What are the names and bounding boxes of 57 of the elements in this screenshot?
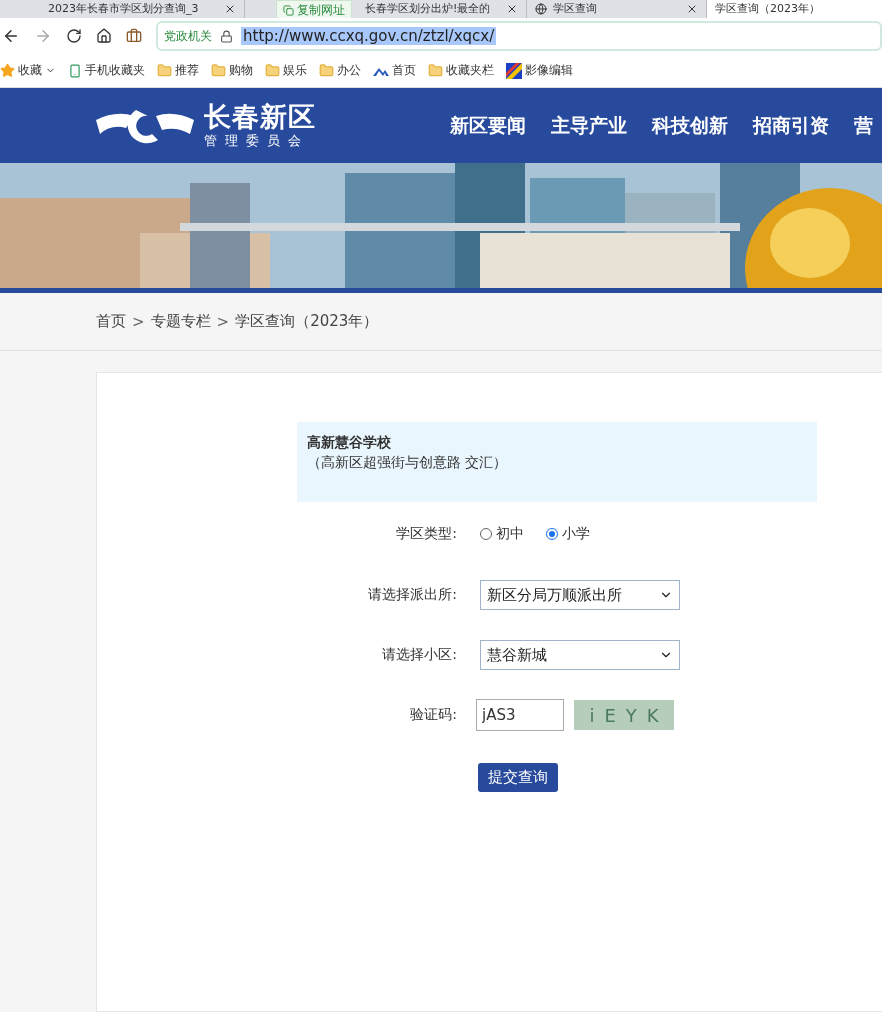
nav-link[interactable]: 新区要闻 bbox=[450, 112, 526, 139]
bookmark[interactable]: 办公 bbox=[319, 62, 361, 79]
nav-link[interactable]: 主导产业 bbox=[551, 112, 627, 139]
security-label: 党政机关 bbox=[164, 27, 212, 45]
briefcase-icon[interactable] bbox=[126, 28, 142, 44]
home-icon[interactable] bbox=[96, 28, 112, 44]
nav-link[interactable]: 招商引资 bbox=[753, 112, 829, 139]
breadcrumb-separator: > bbox=[216, 312, 230, 331]
close-icon[interactable] bbox=[506, 3, 518, 15]
bookmark[interactable]: 影像编辑 bbox=[506, 62, 573, 79]
bookmark[interactable]: 手机收藏夹 bbox=[68, 62, 145, 79]
bookmark[interactable]: 娱乐 bbox=[265, 62, 307, 79]
submit-button[interactable]: 提交查询 bbox=[478, 762, 558, 792]
school-address: （高新区超强街与创意路 交汇） bbox=[307, 454, 509, 472]
bookmark[interactable]: 推荐 bbox=[157, 62, 199, 79]
browser-tab[interactable]: 学区查询（2023年） bbox=[707, 0, 882, 18]
copy-icon bbox=[283, 4, 294, 16]
bookmark[interactable]: 收藏夹栏 bbox=[428, 62, 494, 79]
globe-icon bbox=[535, 3, 547, 15]
lock-icon bbox=[220, 29, 233, 43]
captcha-image: i E Y K bbox=[574, 700, 674, 730]
breadcrumb-link[interactable]: 学区查询（2023年） bbox=[235, 312, 379, 331]
url-text: http://www.ccxq.gov.cn/ztzl/xqcx/ bbox=[241, 27, 497, 45]
radio-option[interactable]: 初中 bbox=[480, 525, 524, 543]
reload-icon[interactable] bbox=[66, 28, 82, 44]
folder-icon bbox=[265, 63, 280, 78]
bookmark[interactable]: 首页 bbox=[373, 62, 416, 79]
app-icon bbox=[506, 62, 522, 79]
radio-option[interactable]: 小学 bbox=[546, 525, 590, 543]
breadcrumb-link[interactable]: 专题专栏 bbox=[150, 312, 211, 331]
nav-link[interactable]: 科技创新 bbox=[652, 112, 728, 139]
field-label: 请选择派出所: bbox=[367, 586, 457, 604]
close-icon[interactable] bbox=[686, 3, 698, 15]
logo-title: 长春新区 bbox=[204, 101, 316, 132]
nav-link[interactable]: 营 bbox=[854, 112, 873, 139]
field-label: 验证码: bbox=[409, 706, 457, 724]
tooltip: 复制网址 bbox=[276, 0, 352, 18]
community-select[interactable]: 慧谷新城 bbox=[480, 640, 680, 670]
bookmark[interactable]: 收藏 bbox=[0, 62, 56, 79]
folder-icon bbox=[157, 63, 172, 78]
folder-icon bbox=[211, 63, 226, 78]
phone-icon bbox=[68, 63, 82, 78]
field-label: 学区类型: bbox=[395, 525, 457, 543]
close-icon[interactable] bbox=[224, 3, 236, 15]
field-label: 请选择小区: bbox=[381, 646, 457, 664]
star-icon bbox=[0, 63, 15, 78]
captcha-input[interactable]: jAS3 bbox=[476, 699, 564, 731]
address-bar[interactable]: 党政机关 http://www.ccxq.gov.cn/ztzl/xqcx/ bbox=[156, 21, 882, 51]
bookmark[interactable]: 购物 bbox=[211, 62, 253, 79]
logo-subtitle: 管理委员会 bbox=[204, 131, 310, 150]
station-select[interactable]: 新区分局万顺派出所 bbox=[480, 580, 680, 610]
school-name: 高新慧谷学校 bbox=[307, 434, 392, 452]
breadcrumb-separator: > bbox=[132, 312, 145, 331]
breadcrumb-link[interactable]: 首页 bbox=[96, 312, 126, 331]
folder-icon bbox=[428, 63, 443, 78]
back-icon[interactable] bbox=[2, 27, 20, 45]
folder-icon bbox=[319, 63, 334, 78]
